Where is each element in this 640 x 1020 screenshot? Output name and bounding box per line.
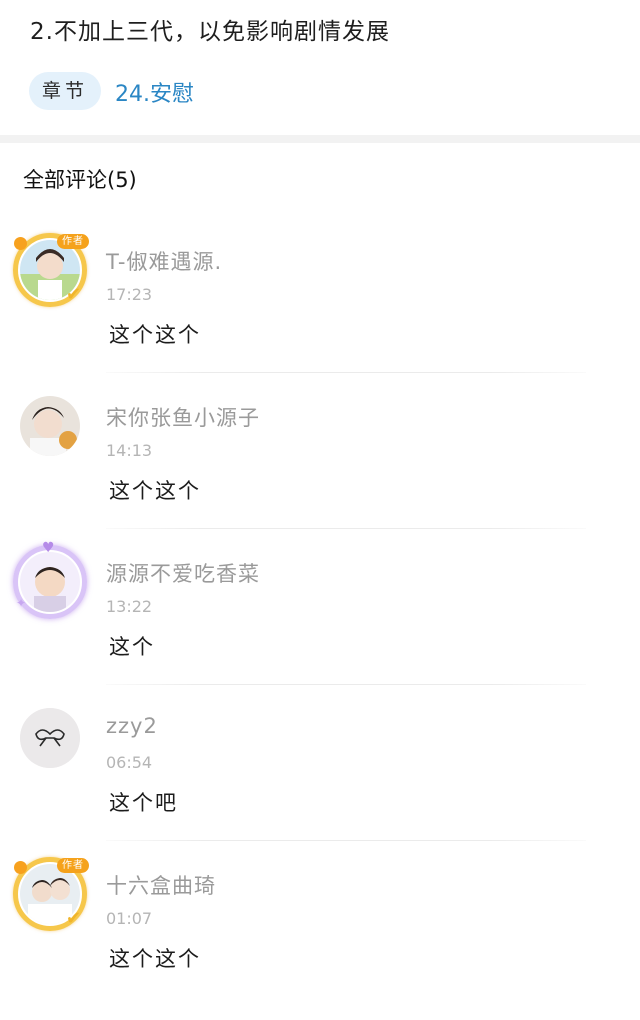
comment-item: 作者 ✔ 十六盒曲琦 01:07 这个这个 <box>0 857 640 1020</box>
comment-username[interactable]: zzy2 <box>106 714 158 738</box>
comment-time: 06:54 <box>106 753 153 772</box>
bow-avatar-icon[interactable] <box>20 708 80 768</box>
comment-time: 13:22 <box>106 597 153 616</box>
comment-content: 这个 <box>109 635 155 659</box>
comment-content: 这个这个 <box>109 323 201 347</box>
comment-item: 宋你张鱼小源子 14:13 这个这个 <box>0 396 640 552</box>
comment-divider <box>106 372 586 373</box>
comment-username[interactable]: T-俶难遇源. <box>106 246 222 276</box>
comment-time: 17:23 <box>106 285 153 304</box>
flower-icon <box>14 237 27 250</box>
comments-header: 全部评论(5) <box>23 168 137 192</box>
comment-time: 14:13 <box>106 441 153 460</box>
purple-frame-avatar-icon[interactable] <box>20 552 80 612</box>
section-divider <box>0 135 640 143</box>
comment-username[interactable]: 源源不爱吃香菜 <box>106 558 260 588</box>
comment-content: 这个这个 <box>109 479 201 503</box>
author-badge: 作者 <box>57 234 89 249</box>
avatar-icon[interactable] <box>20 396 80 456</box>
comment-content: 这个吧 <box>109 791 178 815</box>
check-icon: ✔ <box>66 284 82 305</box>
author-badge: 作者 <box>57 858 89 873</box>
comment-item: zzy2 06:54 这个吧 <box>0 708 640 864</box>
comment-item: ♥ ✦ 源源不爱吃香菜 13:22 这个 <box>0 540 640 708</box>
comment-divider <box>106 840 586 841</box>
comment-content: 这个这个 <box>109 947 201 971</box>
chapter-link[interactable]: 24.安慰 <box>115 76 194 108</box>
comment-username[interactable]: 宋你张鱼小源子 <box>106 402 260 432</box>
comment-divider <box>106 684 586 685</box>
post-note: 2.不加上三代，以免影响剧情发展 <box>30 19 390 45</box>
comment-time: 01:07 <box>106 909 153 928</box>
check-icon: ✔ <box>66 908 82 929</box>
flower-icon <box>14 861 27 874</box>
heart-icon: ♥ <box>42 540 55 556</box>
comment-divider <box>106 528 586 529</box>
sparkle-icon: ✦ <box>16 596 27 610</box>
comment-item: 作者 ✔ T-俶难遇源. 17:23 这个这个 <box>0 233 640 396</box>
chapter-tag: 章节 <box>29 72 101 110</box>
comment-username[interactable]: 十六盒曲琦 <box>106 870 216 900</box>
